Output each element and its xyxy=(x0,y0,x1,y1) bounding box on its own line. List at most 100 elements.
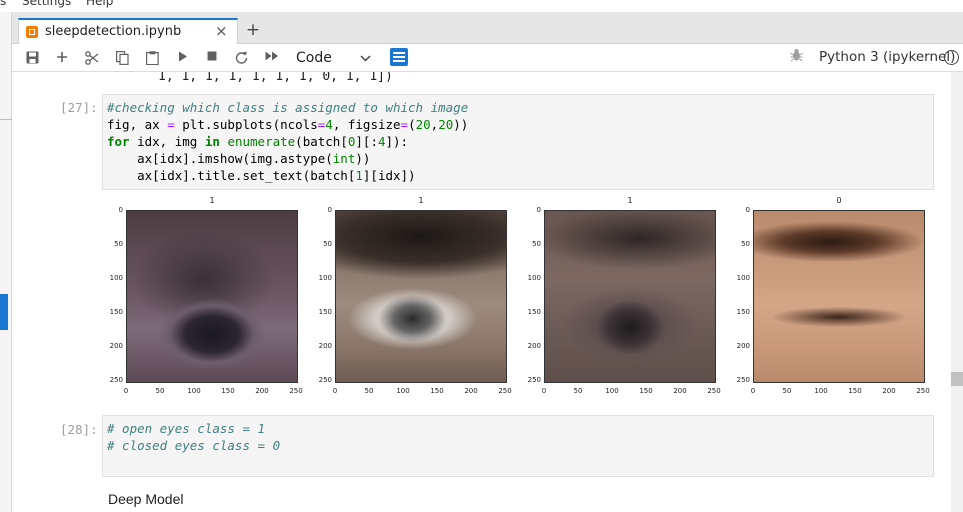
x-tick-label: 200 xyxy=(882,387,896,395)
y-tick-label: 100 xyxy=(109,274,123,282)
y-tick-label: 0 xyxy=(536,206,541,214)
eye-image xyxy=(126,210,298,383)
eye-image xyxy=(544,210,716,383)
eye-image xyxy=(753,210,925,383)
y-tick-label: 250 xyxy=(109,376,123,384)
x-tick-label: 0 xyxy=(541,387,547,395)
cell-prompt: [27]: xyxy=(60,100,98,115)
menu-item-file[interactable]: s xyxy=(0,0,6,8)
x-tick-label: 0 xyxy=(123,387,129,395)
y-tick-label: 200 xyxy=(109,342,123,350)
x-tick-label: 150 xyxy=(848,387,862,395)
subplot: 1 0 50 100 150 200 250 0 50 100 150 200 250 xyxy=(524,193,724,403)
subplot: 1 0 50 100 150 200 250 0 50 100 150 200 250 xyxy=(106,193,306,403)
kernel-status-icon xyxy=(944,50,959,65)
menu-bar: s Settings Help xyxy=(0,0,963,12)
x-tick-label: 150 xyxy=(221,387,235,395)
left-sidebar xyxy=(0,12,12,512)
y-tick-label: 150 xyxy=(736,308,750,316)
x-tick-label: 250 xyxy=(916,387,930,395)
code-text: # open eyes class = 1 # closed eyes clas… xyxy=(107,421,281,453)
x-tick-label: 50 xyxy=(782,387,792,395)
tab-title: sleepdetection.ipynb xyxy=(45,24,182,39)
x-tick-label: 100 xyxy=(396,387,410,395)
save-icon[interactable] xyxy=(22,47,42,69)
copy-icon[interactable] xyxy=(112,47,132,69)
cell-type-value: Code xyxy=(296,50,332,66)
menu-item-help[interactable]: Help xyxy=(86,0,113,8)
y-tick-label: 0 xyxy=(118,206,123,214)
subplot: 0 0 50 100 150 200 250 0 50 100 150 200 250 xyxy=(733,193,933,403)
tab-bar: sleepdetection.ipynb × + xyxy=(12,12,963,45)
y-tick-label: 200 xyxy=(318,342,332,350)
y-tick-label: 200 xyxy=(736,342,750,350)
stop-icon[interactable] xyxy=(202,47,222,69)
new-tab-button[interactable]: + xyxy=(242,20,264,42)
x-tick-label: 250 xyxy=(498,387,512,395)
cell-prompt: [28]: xyxy=(60,422,98,437)
sidebar-divider xyxy=(0,119,12,120)
x-tick-label: 0 xyxy=(332,387,338,395)
paste-icon[interactable] xyxy=(142,47,162,69)
notebook-toolbar: Code Python 3 (ipykernel) xyxy=(12,44,963,72)
fast-forward-icon[interactable] xyxy=(261,47,283,69)
y-tick-label: 50 xyxy=(323,240,332,248)
notebook-icon xyxy=(26,26,38,38)
x-tick-label: 50 xyxy=(364,387,374,395)
x-tick-label: 150 xyxy=(639,387,653,395)
code-cell-editor[interactable]: #checking which class is assigned to whi… xyxy=(102,94,934,190)
y-tick-label: 50 xyxy=(532,240,541,248)
kernel-name[interactable]: Python 3 (ipykernel) xyxy=(819,49,955,65)
menu-item-settings[interactable]: Settings xyxy=(22,0,71,8)
property-inspector-icon[interactable] xyxy=(390,48,408,66)
notebook-panel: 1, 1, 1, 1, 1, 1, 1, 0, 1, 1]) [27]: #ch… xyxy=(12,72,951,512)
restart-icon[interactable] xyxy=(231,47,251,69)
markdown-heading: Deep Model xyxy=(108,491,184,507)
debugger-icon[interactable] xyxy=(790,48,803,66)
y-tick-label: 50 xyxy=(114,240,123,248)
x-tick-label: 100 xyxy=(187,387,201,395)
y-tick-label: 150 xyxy=(527,308,541,316)
y-tick-label: 200 xyxy=(527,342,541,350)
subplot-title: 1 xyxy=(418,196,424,205)
x-tick-label: 200 xyxy=(673,387,687,395)
x-tick-label: 100 xyxy=(814,387,828,395)
tab-notebook[interactable]: sleepdetection.ipynb × xyxy=(18,18,238,45)
x-tick-label: 50 xyxy=(155,387,165,395)
x-tick-label: 0 xyxy=(750,387,756,395)
y-tick-label: 100 xyxy=(736,274,750,282)
y-tick-label: 0 xyxy=(745,206,750,214)
cut-icon[interactable] xyxy=(82,47,102,69)
y-tick-label: 150 xyxy=(109,308,123,316)
x-tick-label: 200 xyxy=(464,387,478,395)
x-tick-label: 150 xyxy=(430,387,444,395)
cell-type-select[interactable]: Code xyxy=(296,47,378,69)
y-tick-label: 0 xyxy=(327,206,332,214)
previous-cell-output: 1, 1, 1, 1, 1, 1, 1, 0, 1, 1]) xyxy=(158,72,393,84)
scrollbar[interactable] xyxy=(951,72,963,512)
x-tick-label: 200 xyxy=(255,387,269,395)
sidebar-active-indicator[interactable] xyxy=(0,294,8,330)
x-tick-label: 100 xyxy=(605,387,619,395)
add-cell-icon[interactable] xyxy=(52,47,72,69)
y-tick-label: 250 xyxy=(318,376,332,384)
x-tick-label: 50 xyxy=(573,387,583,395)
y-tick-label: 100 xyxy=(527,274,541,282)
x-tick-label: 250 xyxy=(707,387,721,395)
y-tick-label: 100 xyxy=(318,274,332,282)
subplot-title: 1 xyxy=(627,196,633,205)
y-tick-label: 50 xyxy=(741,240,750,248)
subplot-title: 1 xyxy=(209,196,215,205)
subplot: 1 0 50 100 150 200 250 0 50 100 150 200 250 xyxy=(315,193,515,403)
eye-image xyxy=(335,210,507,383)
close-tab-icon[interactable]: × xyxy=(215,22,228,40)
scrollbar-thumb[interactable] xyxy=(951,372,963,386)
x-tick-label: 250 xyxy=(289,387,303,395)
code-text: #checking which class is assigned to whi… xyxy=(107,100,469,183)
code-cell-editor[interactable]: # open eyes class = 1 # closed eyes clas… xyxy=(102,415,934,477)
subplot-title: 0 xyxy=(836,196,842,205)
y-tick-label: 150 xyxy=(318,308,332,316)
y-tick-label: 250 xyxy=(527,376,541,384)
y-tick-label: 250 xyxy=(736,376,750,384)
run-icon[interactable] xyxy=(173,47,193,69)
